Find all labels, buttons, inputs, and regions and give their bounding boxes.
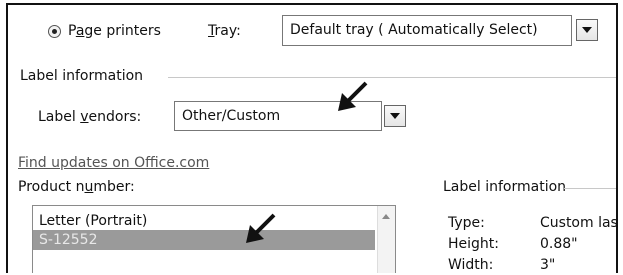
details-width-value: 3": [540, 257, 556, 273]
list-scrollbar[interactable]: [377, 206, 395, 273]
tray-select[interactable]: Default tray ( Automatically Select): [282, 15, 572, 46]
label-vendors-value: Other/Custom: [182, 108, 281, 124]
product-number-list[interactable]: Letter (Portrait) S-12552: [32, 205, 396, 273]
group-divider: [168, 77, 616, 78]
details-height-value: 0.88": [540, 236, 578, 252]
tray-select-value: Default tray ( Automatically Select): [290, 22, 538, 38]
product-number-label: Product number:: [18, 179, 135, 195]
chevron-down-icon: [390, 113, 400, 119]
details-type-value: Custom las: [540, 215, 618, 231]
tray-label: Tray:: [208, 23, 241, 39]
label-vendors-label: Label vendors:: [38, 109, 142, 125]
list-item[interactable]: Letter (Portrait): [33, 211, 375, 231]
scroll-up-icon[interactable]: [382, 214, 390, 219]
labels-options-dialog: Page printers Tray: Default tray ( Autom…: [6, 3, 618, 273]
label-information-group-title: Label information: [20, 68, 144, 84]
details-width-key: Width:: [448, 257, 494, 273]
arrow-pointer-icon: [246, 213, 276, 243]
find-updates-link[interactable]: Find updates on Office.com: [18, 154, 209, 172]
page-printers-label[interactable]: Page printers: [68, 22, 161, 40]
chevron-down-icon: [582, 27, 592, 33]
page-printers-radio[interactable]: [48, 25, 61, 38]
details-group-title: Label information: [443, 179, 567, 195]
radio-selected-dot: [52, 29, 57, 34]
details-divider: [564, 188, 616, 189]
arrow-pointer-icon: [338, 81, 368, 111]
label-vendors-dropdown-button[interactable]: [384, 105, 406, 127]
details-type-key: Type:: [448, 215, 485, 231]
details-height-key: Height:: [448, 236, 499, 252]
tray-dropdown-button[interactable]: [576, 19, 598, 41]
list-item-selected[interactable]: S-12552: [33, 230, 375, 250]
